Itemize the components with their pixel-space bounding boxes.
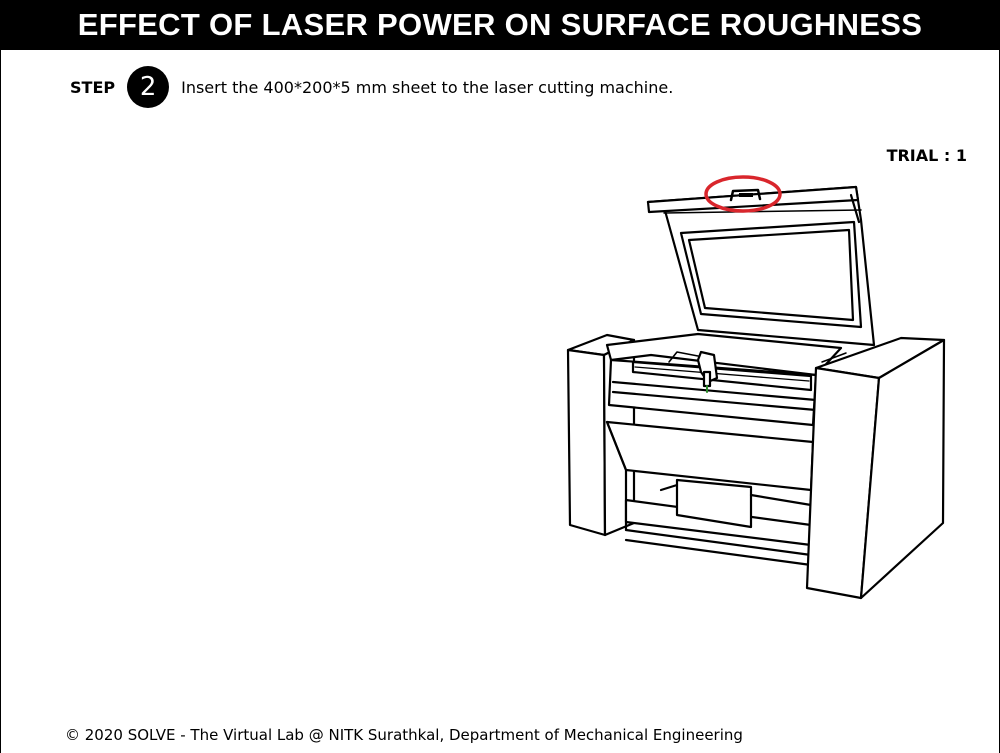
- step-instruction: STEP 2 Insert the 400*200*5 mm sheet to …: [70, 66, 674, 108]
- laser-cutting-machine: [566, 175, 946, 600]
- page-frame: EFFECT OF LASER POWER ON SURFACE ROUGHNE…: [0, 0, 1000, 753]
- trial-indicator: TRIAL : 1: [886, 146, 967, 165]
- step-number-badge: 2: [127, 66, 170, 108]
- page-title: EFFECT OF LASER POWER ON SURFACE ROUGHNE…: [1, 0, 999, 50]
- footer-copyright: © 2020 SOLVE - The Virtual Lab @ NITK Su…: [65, 726, 743, 744]
- step-label: STEP: [70, 77, 116, 97]
- machine-cabinet: [605, 420, 815, 567]
- page-title-text: EFFECT OF LASER POWER ON SURFACE ROUGHNE…: [77, 7, 923, 42]
- step-instruction-text: Insert the 400*200*5 mm sheet to the las…: [181, 77, 674, 97]
- machine-right-panel: [805, 336, 946, 600]
- machine-bed: [605, 332, 843, 427]
